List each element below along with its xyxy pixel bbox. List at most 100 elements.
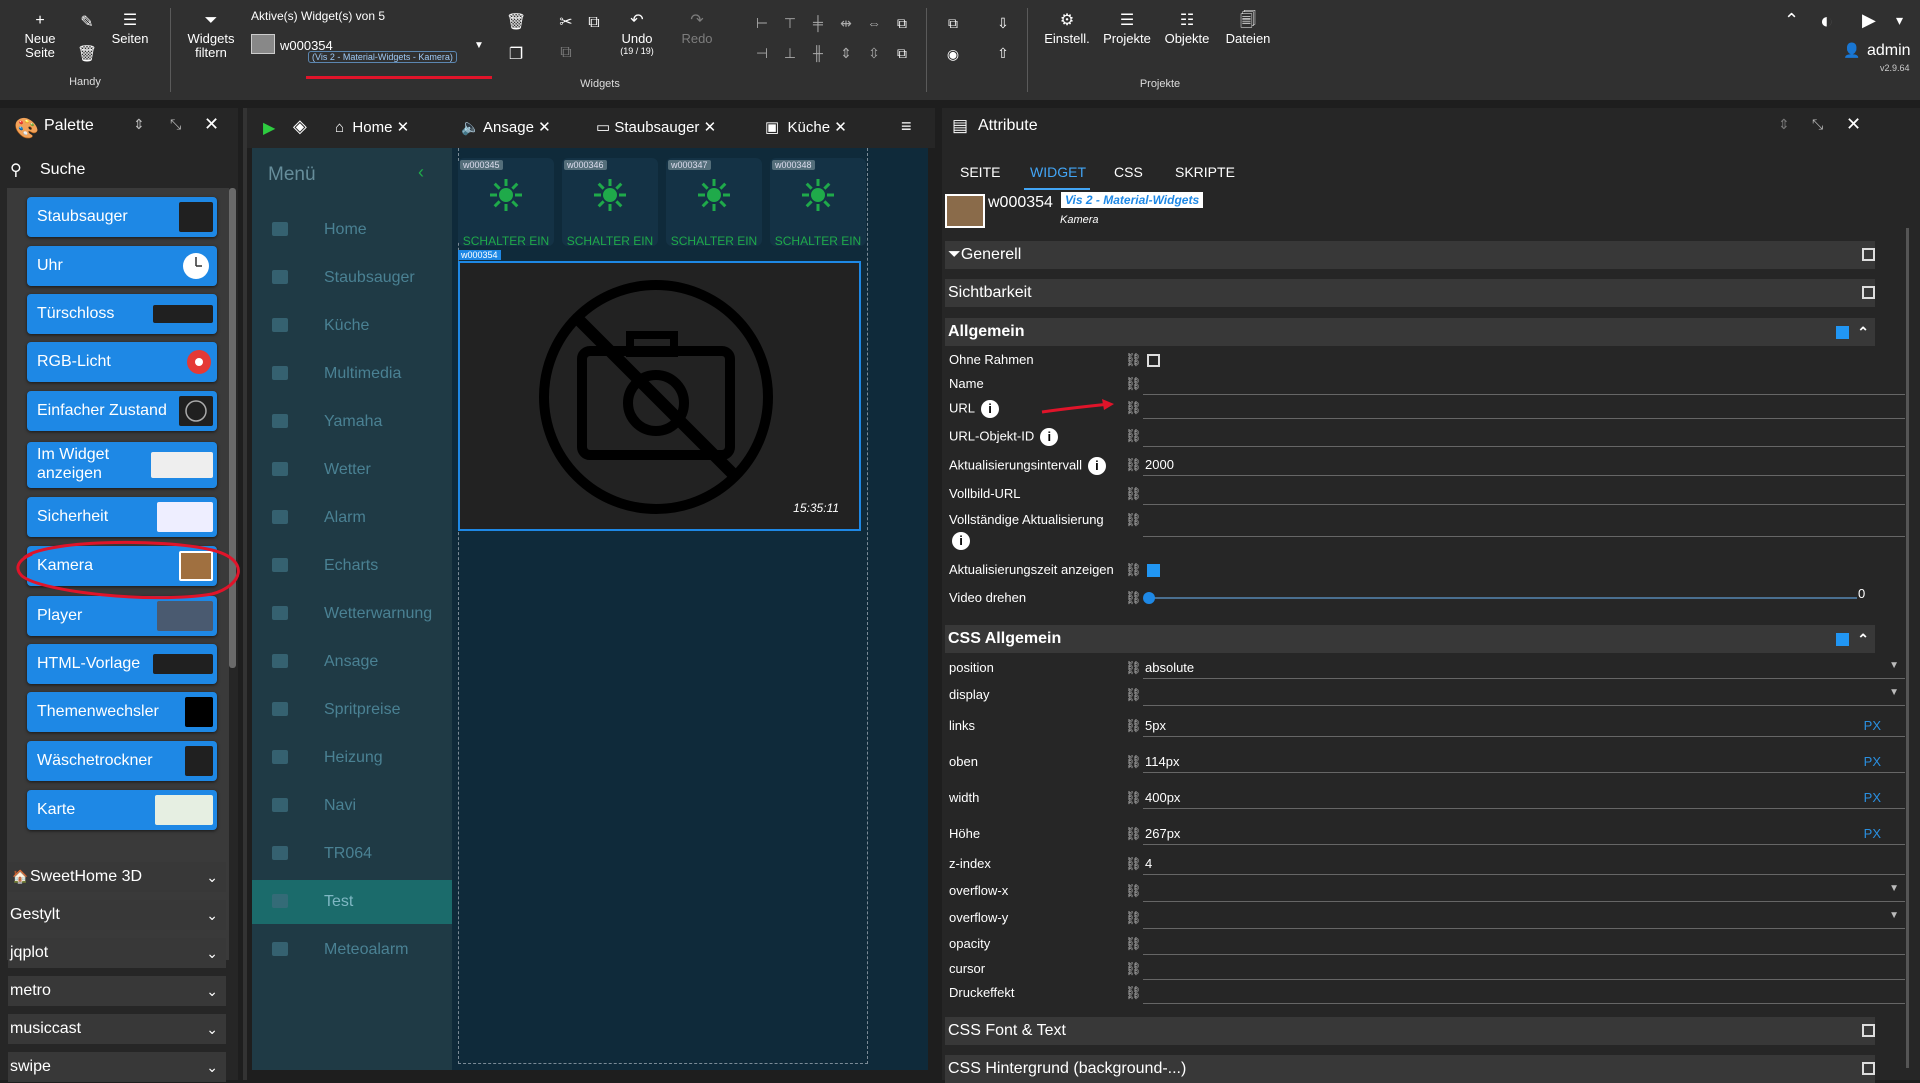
height-input[interactable]: 267px bbox=[1143, 826, 1905, 845]
edit-canvas[interactable]: w000345 SCHALTER EIN w000346 SCHALTER EIN w0… bbox=[452, 148, 928, 1070]
link-icon[interactable]: ⛓ bbox=[1125, 687, 1142, 703]
expand-all-icon[interactable]: ⤡ bbox=[1812, 116, 1823, 133]
group-swipe[interactable]: swipe ⌄ bbox=[8, 1052, 226, 1082]
overflow-y-select[interactable] bbox=[1143, 910, 1905, 929]
press-effect-input[interactable] bbox=[1143, 985, 1905, 1004]
tab-css[interactable]: CSS bbox=[1114, 164, 1143, 180]
camera-widget[interactable]: 15:35:11 bbox=[458, 261, 861, 531]
section-toggle-checkbox[interactable] bbox=[1862, 1024, 1875, 1037]
align-center-h-icon[interactable]: ╪ bbox=[811, 16, 825, 30]
widget-rgb-licht[interactable]: RGB-Licht bbox=[27, 342, 217, 382]
section-css-font[interactable]: CSS Font & Text bbox=[945, 1017, 1875, 1045]
tab-kueche[interactable]: ▣ Küche ✕ bbox=[765, 108, 847, 148]
widget-dropdown-icon[interactable]: ▼ bbox=[474, 40, 484, 51]
link-icon[interactable]: ⛓ bbox=[1125, 428, 1142, 444]
widget-im-widget-anzeigen[interactable]: Im Widget anzeigen bbox=[27, 442, 217, 488]
menu-item[interactable]: Heizung bbox=[252, 736, 452, 780]
info-icon[interactable]: i bbox=[952, 532, 970, 550]
widget-html-vorlage[interactable]: HTML-Vorlage bbox=[27, 644, 217, 684]
distribute-v-icon[interactable]: ⇕ bbox=[839, 46, 853, 60]
menu-item[interactable]: Meteoalarm bbox=[252, 928, 452, 972]
unit-button[interactable]: PX bbox=[1864, 790, 1881, 805]
cursor-input[interactable] bbox=[1143, 961, 1905, 980]
menu-item[interactable]: Navi bbox=[252, 784, 452, 828]
menu-item[interactable]: Yamaha bbox=[252, 400, 452, 444]
align-bottom-icon[interactable]: ⊥ bbox=[783, 46, 797, 60]
section-allgemein[interactable]: Allgemein ⌃ bbox=[945, 318, 1875, 346]
link-icon[interactable]: ⛓ bbox=[1125, 400, 1142, 416]
same-width-icon[interactable]: ⇔ bbox=[867, 16, 881, 30]
menu-item[interactable]: Ansage bbox=[252, 640, 452, 684]
cut-button[interactable]: ✂ bbox=[556, 14, 576, 34]
menu-item[interactable]: Home bbox=[252, 208, 452, 252]
import-icon[interactable]: ⇩ bbox=[996, 16, 1010, 30]
link-icon[interactable]: ⛓ bbox=[1125, 486, 1142, 502]
overflow-x-select[interactable] bbox=[1143, 883, 1905, 902]
link-icon[interactable]: ⛓ bbox=[1125, 936, 1142, 952]
menu-item[interactable]: Alarm bbox=[252, 496, 452, 540]
group-metro[interactable]: metro ⌄ bbox=[8, 976, 226, 1006]
url-input[interactable] bbox=[1143, 400, 1905, 419]
close-icon[interactable]: ✕ bbox=[704, 119, 717, 136]
edit-page-button[interactable]: ✎ bbox=[76, 14, 98, 34]
objects-button[interactable]: ☷ Objekte bbox=[1162, 12, 1212, 46]
link-icon[interactable]: ⛓ bbox=[1125, 856, 1142, 872]
send-back-icon[interactable]: ⧉ bbox=[895, 46, 909, 60]
chevron-up-icon[interactable]: ⌃ bbox=[1857, 318, 1869, 346]
group-jqplot[interactable]: jqplot ⌄ bbox=[8, 938, 226, 968]
copy-widget-button[interactable]: ❐ bbox=[506, 46, 526, 66]
group-musiccast[interactable]: musiccast ⌄ bbox=[8, 1014, 226, 1044]
info-icon[interactable]: i bbox=[981, 400, 1000, 418]
widget-waeschetrockner[interactable]: Wäschetrockner bbox=[27, 741, 217, 781]
show-time-checkbox[interactable] bbox=[1147, 564, 1160, 577]
align-top-icon[interactable]: ⊤ bbox=[783, 16, 797, 30]
zindex-input[interactable]: 4 bbox=[1143, 856, 1905, 875]
panel-divider[interactable] bbox=[243, 108, 247, 1080]
widget-themenwechsler[interactable]: Themenwechsler bbox=[27, 692, 217, 732]
attributes-scrollbar[interactable] bbox=[1906, 228, 1909, 1068]
link-icon[interactable]: ⛓ bbox=[1125, 790, 1142, 806]
widget-player[interactable]: Player bbox=[27, 596, 217, 636]
menu-item[interactable]: TR064 bbox=[252, 832, 452, 876]
widget-tuerschloss[interactable]: Türschloss bbox=[27, 294, 217, 334]
link-icon[interactable]: ⛓ bbox=[1125, 590, 1142, 606]
link-icon[interactable]: ⛓ bbox=[1125, 457, 1142, 473]
link-icon[interactable]: ⛓ bbox=[1125, 718, 1142, 734]
theme-toggle-icon[interactable]: ◐ bbox=[1820, 8, 1833, 34]
projects-button[interactable]: ☰ Projekte bbox=[1100, 12, 1154, 46]
more-dropdown-icon[interactable]: ▾ bbox=[1896, 12, 1903, 29]
name-input[interactable] bbox=[1143, 376, 1905, 395]
tab-ansage[interactable]: 🔈 Ansage ✕ bbox=[461, 108, 551, 148]
display-select[interactable] bbox=[1143, 687, 1905, 706]
bring-front-icon[interactable]: ⧉ bbox=[895, 16, 909, 30]
close-icon[interactable]: ✕ bbox=[538, 119, 551, 136]
unit-button[interactable]: PX bbox=[1864, 826, 1881, 841]
link-icon[interactable]: ⛓ bbox=[1125, 883, 1142, 899]
link-icon[interactable]: ⛓ bbox=[1125, 826, 1142, 842]
close-palette-icon[interactable]: ✕ bbox=[204, 114, 219, 135]
layers-icon[interactable]: ◈ bbox=[293, 116, 307, 137]
align-left-icon[interactable]: ⊢ bbox=[755, 16, 769, 30]
open-new-window-icon[interactable]: ⧉ bbox=[946, 16, 960, 30]
rotate-slider-track[interactable] bbox=[1149, 597, 1857, 599]
tab-skripte[interactable]: SKRIPTE bbox=[1175, 164, 1235, 180]
redo-button[interactable]: ↷ Redo bbox=[676, 12, 718, 46]
link-icon[interactable]: ⛓ bbox=[1125, 985, 1142, 1001]
section-css-allgemein[interactable]: CSS Allgemein ⌃ bbox=[945, 625, 1875, 653]
collapse-toolbar-icon[interactable]: ⌃ bbox=[1784, 10, 1799, 31]
switch-widget[interactable]: w000347 SCHALTER EIN bbox=[666, 158, 762, 248]
section-generell[interactable]: ⏷Generell bbox=[945, 241, 1875, 269]
delete-page-button[interactable]: 🗑 bbox=[76, 46, 98, 66]
no-frame-checkbox[interactable] bbox=[1147, 354, 1160, 367]
close-icon[interactable]: ✕ bbox=[834, 119, 847, 136]
position-select[interactable]: absolute bbox=[1143, 660, 1905, 679]
unit-button[interactable]: PX bbox=[1864, 718, 1881, 733]
link-icon[interactable]: ⛓ bbox=[1125, 961, 1142, 977]
new-page-button[interactable]: + Neue Seite bbox=[18, 12, 62, 60]
tab-seite[interactable]: SEITE bbox=[960, 164, 1000, 180]
unit-button[interactable]: PX bbox=[1864, 754, 1881, 769]
menu-item[interactable]: Küche bbox=[252, 304, 452, 348]
menu-item[interactable]: Spritpreise bbox=[252, 688, 452, 732]
url-oid-input[interactable] bbox=[1143, 428, 1905, 447]
collapse-all-icon[interactable]: ⇕ bbox=[133, 116, 145, 133]
